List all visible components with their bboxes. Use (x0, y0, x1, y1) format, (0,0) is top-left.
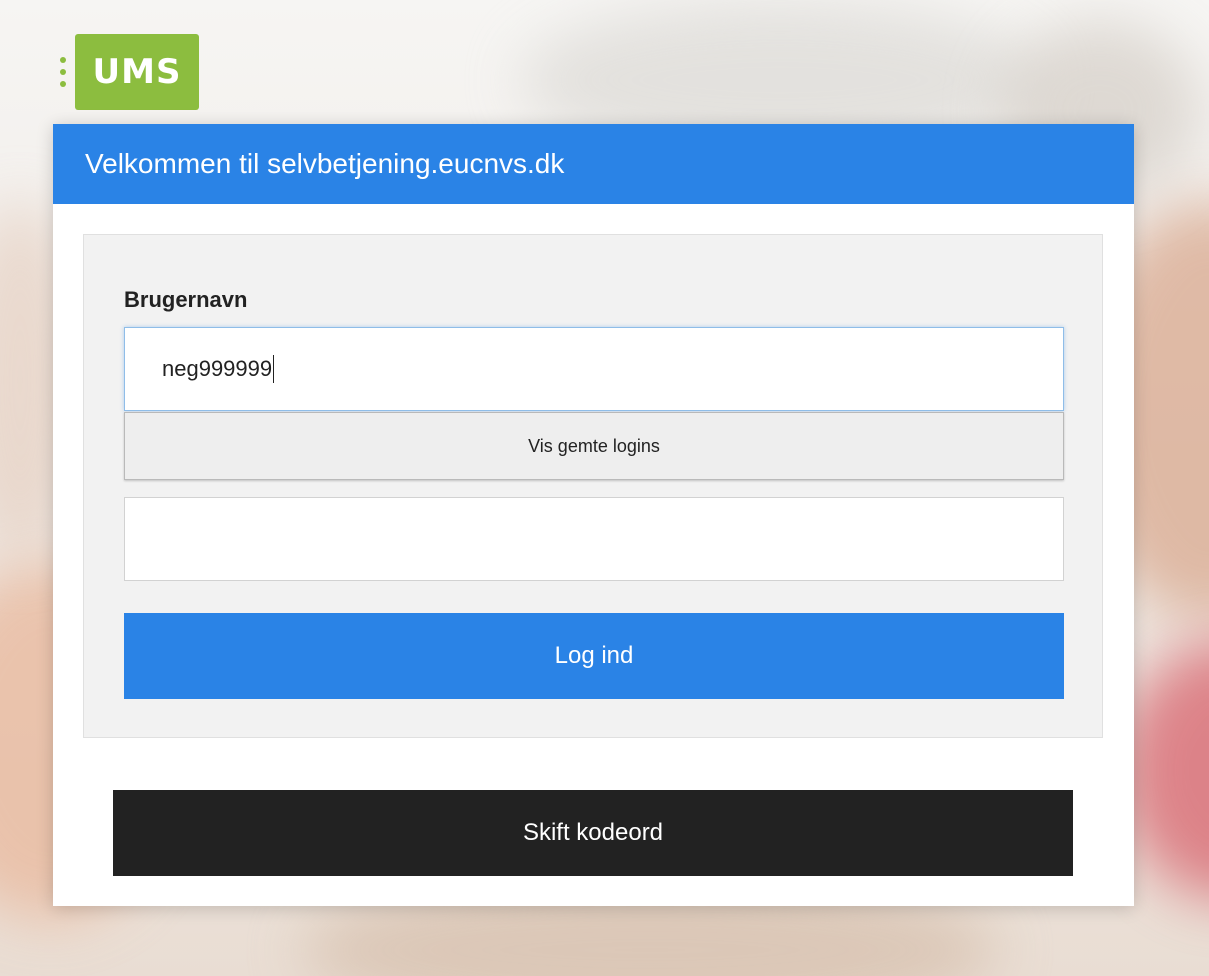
show-saved-logins-button[interactable]: Vis gemte logins (124, 412, 1064, 480)
password-input[interactable] (124, 497, 1064, 581)
username-input[interactable] (124, 327, 1064, 411)
change-password-button[interactable]: Skift kodeord (113, 790, 1073, 876)
ums-logo: UMS (60, 34, 199, 110)
logo-dots-icon (60, 57, 66, 87)
username-label: Brugernavn (124, 287, 248, 312)
card-title: Velkommen til selvbetjening.eucnvs.dk (53, 124, 1134, 204)
login-card: Velkommen til selvbetjening.eucnvs.dk Br… (53, 124, 1134, 906)
logo-text: UMS (75, 34, 199, 110)
login-button[interactable]: Log ind (124, 613, 1064, 699)
login-form: Brugernavn neg999999 Vis gemte logins Lo… (83, 234, 1103, 738)
